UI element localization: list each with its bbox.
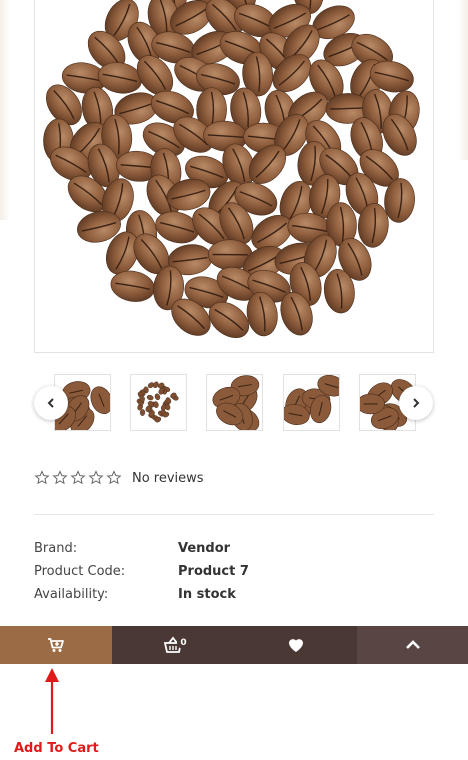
chevron-left-icon — [47, 398, 54, 408]
brand-link[interactable]: Vendor — [178, 541, 230, 559]
thumbnail-3[interactable] — [206, 374, 263, 431]
spec-label: Brand: — [34, 541, 78, 556]
star-empty-icon — [34, 470, 50, 485]
thumbnail-4[interactable] — [283, 374, 340, 431]
chevron-up-icon — [405, 640, 420, 649]
heart-icon — [288, 639, 303, 652]
spec-value: Product 7 — [178, 564, 249, 579]
spec-value: In stock — [178, 587, 236, 602]
reviews-link[interactable]: No reviews — [132, 471, 204, 486]
star-empty-icon — [106, 470, 122, 485]
coffee-beans-image — [43, 0, 420, 338]
spec-label: Availability: — [34, 587, 109, 602]
rating-stars — [34, 470, 122, 486]
prev-thumbnail-button[interactable] — [34, 386, 68, 420]
thumbnail-carousel — [34, 374, 434, 432]
annotation-arrow-icon — [45, 668, 59, 734]
spec-row-availability: Availability: In stock — [34, 587, 236, 605]
chevron-right-icon — [413, 398, 420, 408]
add-to-cart-button[interactable] — [0, 626, 112, 664]
main-product-image[interactable] — [34, 0, 434, 353]
annotation-label: Add To Cart — [14, 741, 99, 756]
star-empty-icon — [88, 470, 104, 485]
star-empty-icon — [70, 470, 86, 485]
star-empty-icon — [52, 470, 68, 485]
cart-count-badge: 0 — [177, 636, 190, 649]
next-thumbnail-button[interactable] — [399, 386, 433, 420]
cart-button[interactable] — [112, 626, 234, 664]
page-edge-left — [0, 0, 10, 220]
product-rating: No reviews — [34, 468, 204, 488]
spec-row-product-code: Product Code: Product 7 — [34, 564, 249, 582]
spec-row-brand: Brand: Vendor — [34, 541, 230, 559]
wishlist-button[interactable] — [234, 626, 357, 664]
divider — [34, 514, 434, 515]
spec-label: Product Code: — [34, 564, 126, 579]
thumbnail-2[interactable] — [130, 374, 187, 431]
cart-plus-icon — [48, 638, 64, 652]
page-edge-right — [458, 0, 468, 160]
bottom-action-bar — [0, 626, 468, 664]
scroll-top-button[interactable] — [357, 626, 468, 664]
